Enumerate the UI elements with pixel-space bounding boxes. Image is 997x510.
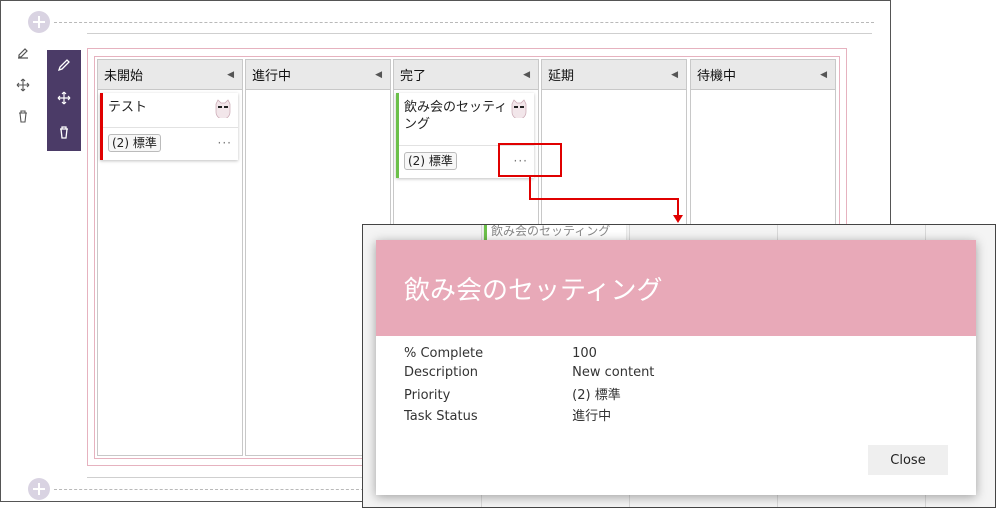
- task-card[interactable]: テスト (2) 標準 ···: [100, 93, 238, 160]
- column-title: 待機中: [697, 69, 737, 84]
- more-options-icon[interactable]: ···: [218, 136, 232, 150]
- property-label: Priority: [404, 388, 451, 403]
- dialog-title: 飲み会のセッティング: [404, 275, 663, 306]
- column-header[interactable]: 完了 ◀: [394, 60, 538, 90]
- collapse-column-icon[interactable]: ◀: [375, 70, 382, 80]
- column-title: 延期: [548, 69, 575, 84]
- property-label: Description: [404, 365, 479, 380]
- delete-webpart-icon[interactable]: [56, 124, 72, 140]
- priority-badge: (2) 標準: [404, 151, 457, 170]
- dialog-header: 飲み会のセッティング: [376, 240, 976, 336]
- property-value: 進行中: [572, 409, 612, 424]
- card-footer: (2) 標準 ···: [100, 127, 238, 157]
- avatar-cat-icon: [215, 99, 231, 118]
- status-color-bar: [396, 93, 399, 178]
- move-webpart-icon[interactable]: [56, 90, 72, 106]
- property-row: % Complete 100: [404, 346, 597, 361]
- collapse-column-icon[interactable]: ◀: [671, 70, 678, 80]
- status-color-bar: [100, 93, 103, 160]
- property-label: Task Status: [404, 409, 478, 424]
- column-header[interactable]: 未開始 ◀: [98, 60, 242, 90]
- callout-arrow: [529, 177, 683, 223]
- collapse-column-icon[interactable]: ◀: [820, 70, 827, 80]
- property-value: (2) 標準: [572, 388, 621, 403]
- section-separator: [87, 33, 872, 34]
- property-row: Priority (2) 標準: [404, 384, 621, 403]
- edit-webpart-icon[interactable]: [56, 57, 72, 73]
- column-title: 未開始: [104, 69, 144, 84]
- close-button[interactable]: Close: [868, 445, 948, 475]
- property-row: Task Status 進行中: [404, 405, 611, 424]
- webpart-toolbar: [47, 50, 81, 151]
- column-header[interactable]: 待機中 ◀: [691, 60, 835, 90]
- item-details-dialog: 飲み会のセッティング % Complete 100 Description Ne…: [376, 240, 976, 495]
- column-title: 完了: [400, 69, 427, 84]
- property-value: New content: [572, 365, 655, 380]
- column-title: 進行中: [252, 69, 292, 84]
- add-section-button[interactable]: [28, 478, 50, 500]
- property-label: % Complete: [404, 346, 484, 361]
- collapse-column-icon[interactable]: ◀: [227, 70, 234, 80]
- column-header[interactable]: 延期 ◀: [542, 60, 686, 90]
- add-section-button[interactable]: [28, 11, 50, 33]
- avatar-cat-icon: [511, 99, 527, 118]
- delete-section-icon[interactable]: [15, 108, 31, 124]
- section-divider-bottom: [54, 489, 364, 490]
- plus-icon: [33, 483, 45, 495]
- ghost-card-title: 飲み会のセッティング: [491, 225, 611, 238]
- edit-section-icon[interactable]: [15, 45, 31, 61]
- move-section-icon[interactable]: [15, 77, 31, 93]
- column-header[interactable]: 進行中 ◀: [246, 60, 390, 90]
- property-row: Description New content: [404, 365, 654, 380]
- priority-badge: (2) 標準: [108, 133, 161, 152]
- collapse-column-icon[interactable]: ◀: [523, 70, 530, 80]
- highlight-callout-box: [498, 143, 562, 177]
- property-value: 100: [572, 346, 597, 361]
- plus-icon: [33, 16, 45, 28]
- section-divider-top: [54, 22, 874, 23]
